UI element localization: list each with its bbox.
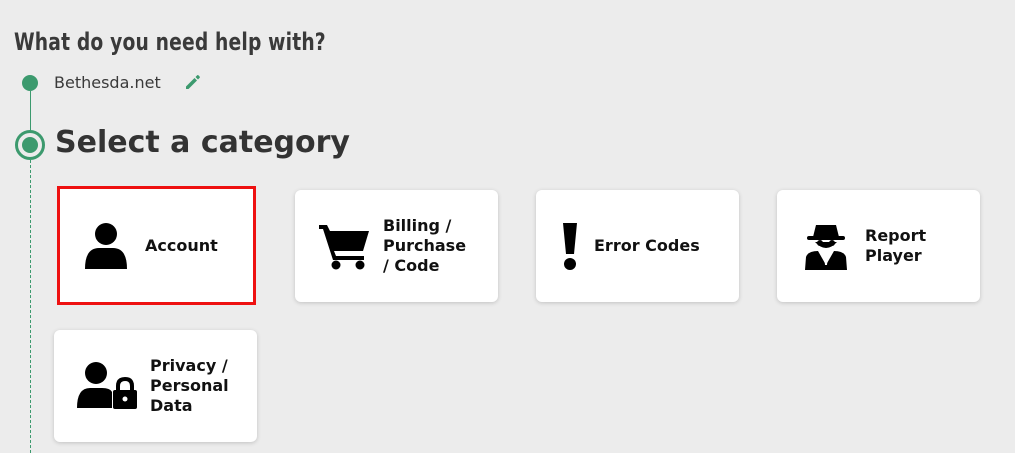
progress-line-dashed <box>30 160 31 453</box>
user-lock-icon <box>77 362 137 409</box>
user-icon <box>85 222 127 269</box>
pencil-icon[interactable] <box>183 72 203 92</box>
category-label: Error Codes <box>594 236 700 255</box>
category-label: Billing / Purchase / Code <box>383 216 467 275</box>
selected-product: Bethesda.net <box>54 73 161 92</box>
category-account[interactable]: Account <box>57 186 256 305</box>
cart-icon <box>319 225 369 270</box>
completed-step-dot <box>22 75 38 91</box>
spy-icon <box>805 225 847 270</box>
progress-line <box>30 91 31 131</box>
category-error-codes[interactable]: Error Codes <box>536 190 739 302</box>
category-label: Account <box>145 235 218 255</box>
category-label: Report Player <box>865 226 927 265</box>
page-heading: What do you need help with? <box>14 28 326 56</box>
category-report-player[interactable]: Report Player <box>777 190 980 302</box>
current-step-indicator <box>15 130 45 160</box>
category-label: Privacy / Personal Data <box>150 356 229 415</box>
section-title: Select a category <box>55 125 350 160</box>
category-privacy[interactable]: Privacy / Personal Data <box>54 330 257 442</box>
exclamation-icon <box>563 223 577 270</box>
category-billing[interactable]: Billing / Purchase / Code <box>295 190 498 302</box>
